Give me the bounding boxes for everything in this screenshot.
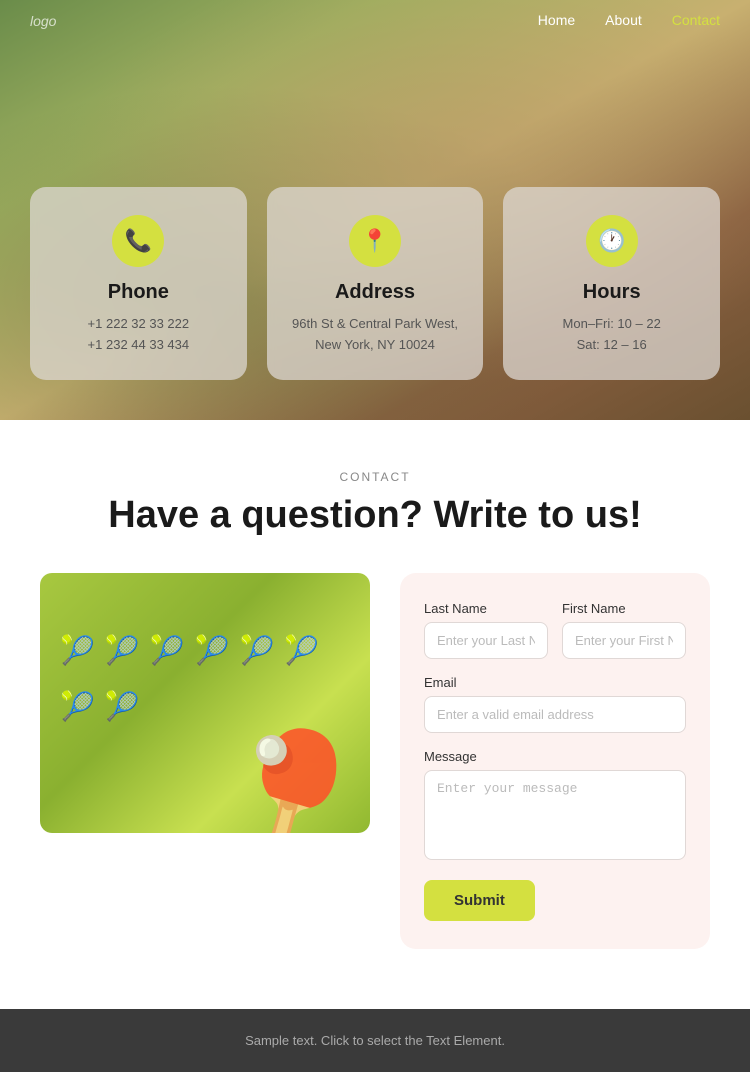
- footer-text: Sample text. Click to select the Text El…: [24, 1033, 726, 1048]
- message-input[interactable]: [424, 770, 686, 860]
- navigation: logo Home About Contact: [0, 0, 750, 42]
- contact-label: CONTACT: [40, 470, 710, 484]
- logo: logo: [30, 13, 56, 29]
- address-title: Address: [287, 281, 464, 304]
- hours-card: 🕐 Hours Mon–Fri: 10 – 22Sat: 12 – 16: [503, 187, 720, 380]
- first-name-label: First Name: [562, 601, 686, 616]
- first-name-input[interactable]: [562, 622, 686, 659]
- submit-button[interactable]: Submit: [424, 880, 535, 921]
- contact-image: [40, 573, 370, 833]
- email-input[interactable]: [424, 696, 686, 733]
- first-name-group: First Name: [562, 601, 686, 659]
- phone-card: 📞 Phone +1 222 32 33 222+1 232 44 33 434: [30, 187, 247, 380]
- last-name-label: Last Name: [424, 601, 548, 616]
- name-row: Last Name First Name: [424, 601, 686, 659]
- email-label: Email: [424, 675, 686, 690]
- phone-text: +1 222 32 33 222+1 232 44 33 434: [50, 314, 227, 356]
- hours-title: Hours: [523, 281, 700, 304]
- email-group: Email: [424, 675, 686, 733]
- hours-text: Mon–Fri: 10 – 22Sat: 12 – 16: [523, 314, 700, 356]
- contact-body: Last Name First Name Email Message: [40, 573, 710, 949]
- contact-heading: Have a question? Write to us!: [40, 494, 710, 537]
- footer: Sample text. Click to select the Text El…: [0, 1009, 750, 1072]
- contact-form: Last Name First Name Email Message: [424, 601, 686, 921]
- last-name-input[interactable]: [424, 622, 548, 659]
- nav-contact[interactable]: Contact: [672, 12, 720, 28]
- nav-links: Home About Contact: [538, 12, 720, 30]
- nav-about[interactable]: About: [605, 12, 642, 28]
- hours-icon: 🕐: [586, 215, 638, 267]
- address-card: 📍 Address 96th St & Central Park West,Ne…: [267, 187, 484, 380]
- message-label: Message: [424, 749, 686, 764]
- last-name-group: Last Name: [424, 601, 548, 659]
- phone-title: Phone: [50, 281, 227, 304]
- message-group: Message: [424, 749, 686, 860]
- address-icon: 📍: [349, 215, 401, 267]
- hero-section: logo Home About Contact 📞 Phone +1 222 3…: [0, 0, 750, 420]
- nav-home[interactable]: Home: [538, 12, 575, 28]
- address-text: 96th St & Central Park West,New York, NY…: [287, 314, 464, 356]
- contact-section: CONTACT Have a question? Write to us! La…: [0, 420, 750, 1009]
- contact-form-wrapper: Last Name First Name Email Message: [400, 573, 710, 949]
- info-cards: 📞 Phone +1 222 32 33 222+1 232 44 33 434…: [30, 187, 720, 380]
- phone-icon: 📞: [112, 215, 164, 267]
